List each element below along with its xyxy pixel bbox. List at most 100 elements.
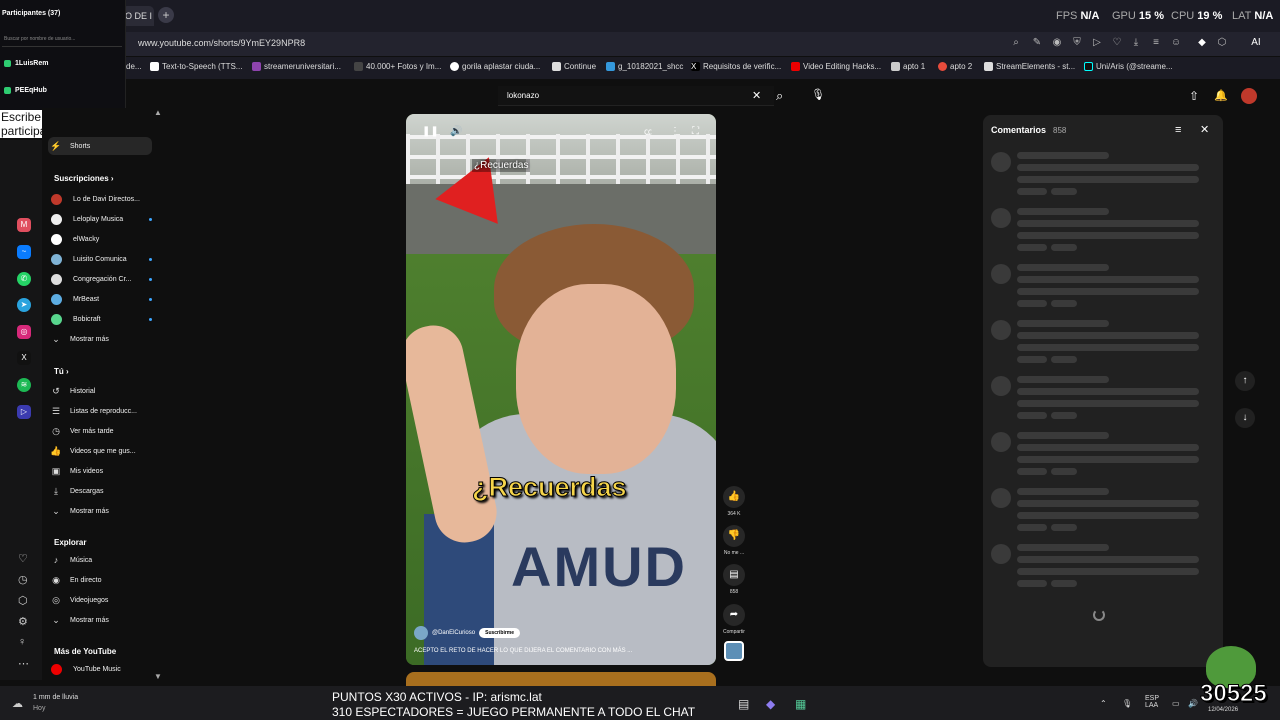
search-input[interactable]: lokonazo xyxy=(507,91,539,100)
messenger-icon[interactable]: ~ xyxy=(17,245,31,259)
box-icon[interactable]: ⬡ xyxy=(18,594,28,607)
subscription-item[interactable]: Congregación Cr... xyxy=(48,270,152,288)
upload-icon[interactable]: ⇧ xyxy=(1189,89,1199,103)
subscription-item[interactable]: MrBeast xyxy=(48,290,152,308)
url-text[interactable]: www.youtube.com/shorts/9YmEY29NPR8 xyxy=(138,38,305,48)
microphone-icon[interactable]: 🎙 xyxy=(811,88,825,101)
teams-icon[interactable]: ◆ xyxy=(766,697,775,711)
sidebar-item-playlists[interactable]: ☰ Listas de reproducc... xyxy=(48,402,152,420)
ai-button[interactable]: AI xyxy=(1244,37,1268,49)
participant-item[interactable]: 1LuisRem xyxy=(4,60,48,67)
subscription-item[interactable]: Lo de Davi Directos... xyxy=(48,190,152,208)
diamond-icon[interactable]: ◆ xyxy=(1196,37,1208,49)
channel-avatar[interactable] xyxy=(414,626,428,640)
next-video-button[interactable]: ↓ xyxy=(1235,408,1255,428)
sidebar-item-music[interactable]: ♪ Música xyxy=(48,551,152,569)
settings-icon[interactable]: ⚙ xyxy=(18,615,28,628)
volume-icon[interactable]: 🔊 xyxy=(1188,699,1198,708)
captions-icon[interactable]: ㏄ xyxy=(644,126,652,137)
scroll-down-icon[interactable]: ▼ xyxy=(154,672,162,681)
tray-chevron-icon[interactable]: ⌃ xyxy=(1100,699,1107,708)
subscribe-button[interactable]: Suscribirme xyxy=(479,628,521,638)
bookmark[interactable]: StreamElements - st... xyxy=(984,62,1075,71)
gmail-icon[interactable]: M xyxy=(17,218,31,232)
fullscreen-icon[interactable]: ⛶ xyxy=(692,126,699,137)
previous-video-button[interactable]: ↑ xyxy=(1235,371,1255,391)
show-more-button[interactable]: ⌄ Mostrar más xyxy=(48,611,152,629)
comments-button[interactable]: ▤ 858 xyxy=(722,564,746,595)
avatar[interactable] xyxy=(1241,88,1257,104)
clock-icon[interactable]: ◷ xyxy=(18,573,28,586)
sound-thumbnail[interactable] xyxy=(724,641,744,661)
channel-name[interactable]: @DanElCurioso xyxy=(432,630,475,636)
show-more-button[interactable]: ⌄ Mostrar más xyxy=(48,330,152,348)
whatsapp-icon[interactable]: ✆ xyxy=(17,272,31,286)
short-video-player[interactable]: AMUD ¿Recuerdas ¿Recuerdas ❚❚ 🔊 ㏄ ⋮ ⛶ @D… xyxy=(406,114,716,665)
bookmark[interactable]: Continue xyxy=(552,62,596,71)
search-icon[interactable]: ⌕ xyxy=(776,88,783,104)
clear-search-icon[interactable]: ✕ xyxy=(752,89,761,102)
bell-icon[interactable]: 🔔 xyxy=(1214,89,1228,102)
bookmark[interactable]: Text-to-Speech (TTS... xyxy=(150,62,242,71)
you-header[interactable]: Tú › xyxy=(54,367,69,376)
sidebar-item-gaming[interactable]: ◎ Videojuegos xyxy=(48,591,152,609)
subscription-item[interactable]: Leloplay Musica xyxy=(48,210,152,228)
sort-icon[interactable]: ≡ xyxy=(1175,124,1181,136)
address-bar[interactable]: www.youtube.com/shorts/9YmEY29NPR8 ⌕ ✎ ◉… xyxy=(126,32,1280,56)
sidebar-item-shorts[interactable]: ⚡ Shorts xyxy=(48,137,152,155)
sidebar-item-liked[interactable]: 👍 Videos que me gus... xyxy=(48,442,152,460)
bookmark[interactable]: g_10182021_shcc xyxy=(606,62,683,71)
pause-icon[interactable]: ❚❚ xyxy=(422,126,439,137)
participants-search-input[interactable]: Buscar por nombre de usuario... xyxy=(2,34,122,47)
sidebar-item-history[interactable]: ↺ Historial xyxy=(48,382,152,400)
cube-icon[interactable]: ⬡ xyxy=(1216,37,1228,49)
camera-icon[interactable]: ◉ xyxy=(1051,37,1063,49)
heart-icon[interactable]: ♡ xyxy=(18,552,28,565)
like-button[interactable]: 👍 364 K xyxy=(722,486,746,517)
volume-icon[interactable]: 🔊 xyxy=(450,126,462,137)
bookmark[interactable]: de... xyxy=(126,62,142,71)
profile-icon[interactable]: ☺ xyxy=(1170,37,1182,49)
dislike-button[interactable]: 👎 No me ... xyxy=(722,525,746,556)
instagram-icon[interactable]: ◎ xyxy=(17,325,31,339)
telegram-icon[interactable]: ➤ xyxy=(17,298,31,312)
store-icon[interactable]: ▦ xyxy=(795,697,806,711)
scroll-up-icon[interactable]: ▲ xyxy=(154,108,162,117)
participant-item[interactable]: PEEqHub xyxy=(4,87,47,94)
edit-icon[interactable]: ✎ xyxy=(1031,37,1043,49)
weather-icon[interactable]: ☁ xyxy=(12,697,23,710)
bookmark[interactable]: streameruniversitari... xyxy=(252,62,341,71)
bookmark[interactable]: Uni/Aris (@streame... xyxy=(1084,62,1173,71)
subscription-item[interactable]: Luisito Comunica xyxy=(48,250,152,268)
play-icon[interactable]: ▷ xyxy=(1091,37,1103,49)
language-indicator[interactable]: ESP LAA xyxy=(1145,695,1159,709)
shield-icon[interactable]: ⛨ xyxy=(1071,37,1083,49)
bookmark[interactable]: 40.000+ Fotos y Im... xyxy=(354,62,441,71)
file-icon[interactable]: ▤ xyxy=(738,697,749,711)
more-options-icon[interactable]: ⋮ xyxy=(670,126,680,137)
close-icon[interactable]: ✕ xyxy=(1200,123,1209,136)
menu-icon[interactable]: ≡ xyxy=(1150,37,1162,49)
download-icon[interactable]: ⤓ xyxy=(1130,37,1142,49)
search-box[interactable]: lokonazo ✕ xyxy=(498,86,774,106)
video-description[interactable]: ACEPTO EL RETO DE HACER LO QUE DIJERA EL… xyxy=(414,648,632,654)
more-icon[interactable]: ⋯ xyxy=(18,657,29,670)
monitor-icon[interactable]: ▭ xyxy=(1172,699,1180,708)
bookmark[interactable]: gorila aplastar ciuda... xyxy=(450,62,540,71)
spotify-icon[interactable]: ≋ xyxy=(17,378,31,392)
x-icon[interactable]: X xyxy=(17,351,31,365)
sidebar-item-youtube-music[interactable]: YouTube Music xyxy=(48,660,152,678)
sidebar-item-my-videos[interactable]: ▣ Mis videos xyxy=(48,462,152,480)
share-button[interactable]: ➦ Compartir xyxy=(722,604,746,635)
bookmark[interactable]: apto 2 xyxy=(938,62,972,71)
bookmark[interactable]: X Requisitos de verific... xyxy=(691,62,781,71)
browser-tab[interactable]: O DE I xyxy=(122,6,154,26)
player-icon[interactable]: ▷ xyxy=(17,405,31,419)
weather-text[interactable]: 1 mm de lluvia xyxy=(33,694,78,701)
heart-icon[interactable]: ♡ xyxy=(1111,37,1123,49)
sidebar-item-downloads[interactable]: ⤓ Descargas xyxy=(48,482,152,500)
bulb-icon[interactable]: ♀ xyxy=(18,636,26,648)
sidebar-item-live[interactable]: ◉ En directo xyxy=(48,571,152,589)
search-icon[interactable]: ⌕ xyxy=(1010,37,1022,49)
next-video-preview[interactable] xyxy=(406,672,716,686)
